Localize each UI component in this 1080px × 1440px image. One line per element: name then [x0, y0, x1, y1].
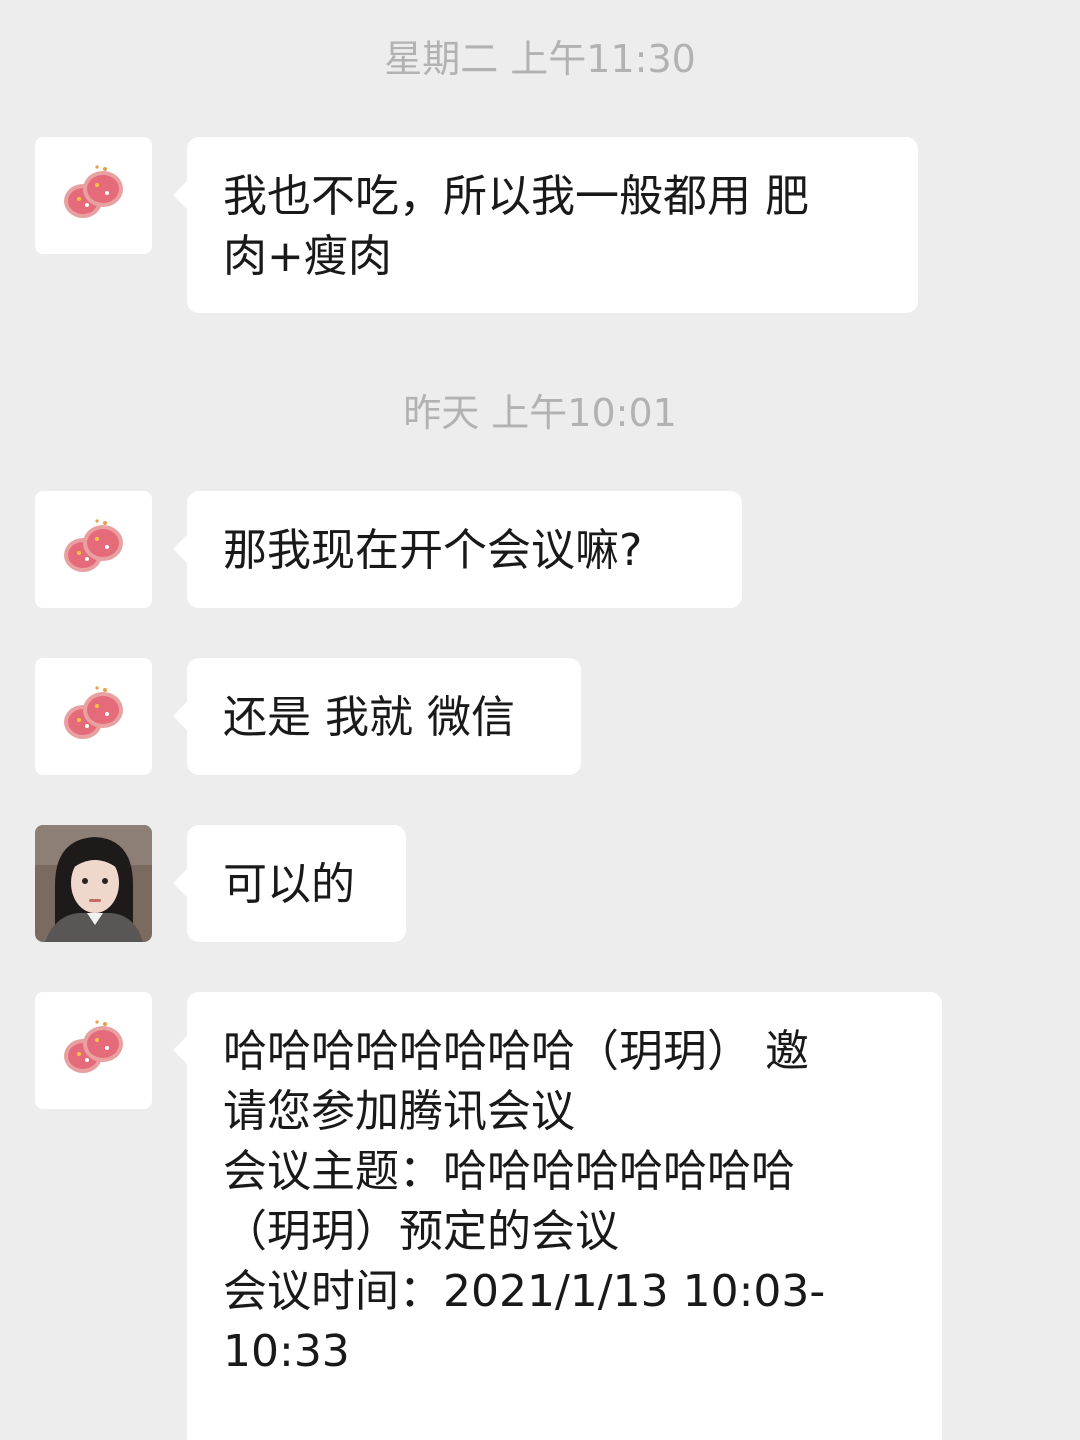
girl-avatar[interactable] [35, 825, 152, 942]
message-bubble[interactable]: 可以的 [173, 825, 406, 942]
message-text-line: 可以的 [223, 859, 355, 910]
meeting-invite-bubble[interactable]: 哈哈哈哈哈哈哈哈（玥玥） 邀 请您参加腾讯会议 会议主题：哈哈哈哈哈哈哈哈 （玥… [173, 992, 942, 1440]
message-text-line: 会议时间：2021/1/13 10:03- [223, 1266, 826, 1317]
chat-timestamp: 昨天 上午10:01 [403, 391, 677, 435]
user-photo-icon [35, 825, 152, 942]
message-bubble[interactable]: 那我现在开个会议嘛? [173, 491, 742, 608]
message-text-line: 那我现在开个会议嘛? [223, 525, 643, 576]
donut-icon [64, 686, 123, 739]
message-text-line: 会议主题：哈哈哈哈哈哈哈哈 [223, 1146, 795, 1197]
message-bubble[interactable]: 还是 我就 微信 [173, 658, 581, 775]
donut-avatar[interactable] [35, 137, 152, 254]
donut-icon [64, 1020, 123, 1073]
message-text-line: 还是 我就 微信 [223, 692, 515, 743]
message-text-line: 肉+瘦肉 [223, 231, 392, 282]
donut-avatar[interactable] [35, 992, 152, 1109]
message-text-line: （玥玥）预定的会议 [223, 1206, 619, 1257]
donut-avatar[interactable] [35, 491, 152, 608]
message-text-line: 请您参加腾讯会议 [223, 1086, 575, 1137]
donut-icon [64, 165, 123, 218]
donut-icon [64, 519, 123, 572]
message-bubble[interactable]: 我也不吃，所以我一般都用 肥 肉+瘦肉 [173, 137, 918, 313]
chat-timestamp: 星期二 上午11:30 [384, 37, 696, 81]
message-text-line: 我也不吃，所以我一般都用 肥 [223, 171, 809, 222]
donut-avatar[interactable] [35, 658, 152, 775]
message-text-line: 哈哈哈哈哈哈哈哈（玥玥） 邀 [223, 1026, 809, 1077]
message-text-line: 10:33 [223, 1326, 350, 1377]
